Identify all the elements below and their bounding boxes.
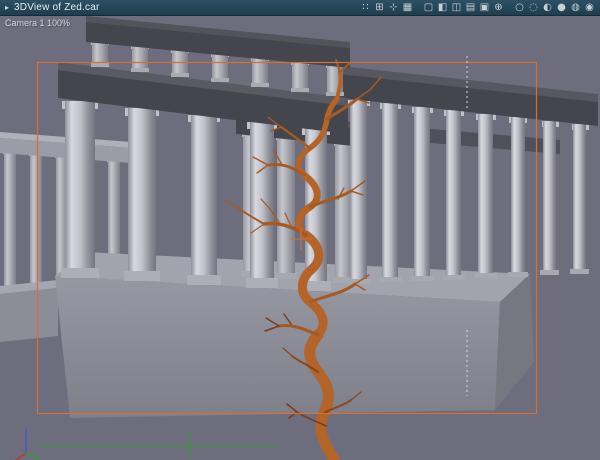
light-icon[interactable]: ⊕ xyxy=(493,0,504,15)
window-menu-icon[interactable]: ▸ xyxy=(5,0,9,15)
half-shaded-view-icon[interactable]: ◧ xyxy=(437,0,448,15)
temple-left-step[interactable] xyxy=(0,280,58,342)
half-sphere-icon[interactable]: ◐ xyxy=(542,0,553,15)
dashed-sphere-icon[interactable]: ◌ xyxy=(528,0,539,15)
material-sphere-icon[interactable]: ◍ xyxy=(570,0,581,15)
split-view-icon[interactable]: ◫ xyxy=(451,0,462,15)
add-object-icon[interactable]: ⊞ xyxy=(374,0,385,15)
titlebar[interactable]: ▸ 3DView of Zed.car ∷ ⊞ ⊹ ▦ ▢ ◧ ◫ ▤ ▣ ⊕ … xyxy=(0,0,600,16)
camera-status-label: Camera 1 100% xyxy=(5,18,71,28)
solid-view-icon[interactable]: ▣ xyxy=(479,0,490,15)
wireframe-view-icon[interactable]: ▢ xyxy=(423,0,434,15)
3dview-window: ▸ 3DView of Zed.car ∷ ⊞ ⊹ ▦ ▢ ◧ ◫ ▤ ▣ ⊕ … xyxy=(0,0,600,460)
scene-svg xyxy=(0,16,600,460)
titlebar-toolbar: ∷ ⊞ ⊹ ▦ ▢ ◧ ◫ ▤ ▣ ⊕ ○ ◌ ◐ ● ◍ ◉ xyxy=(360,0,600,15)
hatched-view-icon[interactable]: ▤ xyxy=(465,0,476,15)
axes-icon[interactable]: ⊹ xyxy=(388,0,399,15)
render-sphere-icon[interactable]: ◉ xyxy=(584,0,595,15)
grid-display-icon[interactable]: ▦ xyxy=(402,0,413,15)
viewport-3d[interactable]: Camera 1 100% xyxy=(0,16,600,460)
solid-sphere-icon[interactable]: ● xyxy=(556,0,567,15)
window-title: 3DView of Zed.car xyxy=(14,2,100,13)
snap-grid-icon[interactable]: ∷ xyxy=(360,0,371,15)
wire-sphere-icon[interactable]: ○ xyxy=(514,0,525,15)
